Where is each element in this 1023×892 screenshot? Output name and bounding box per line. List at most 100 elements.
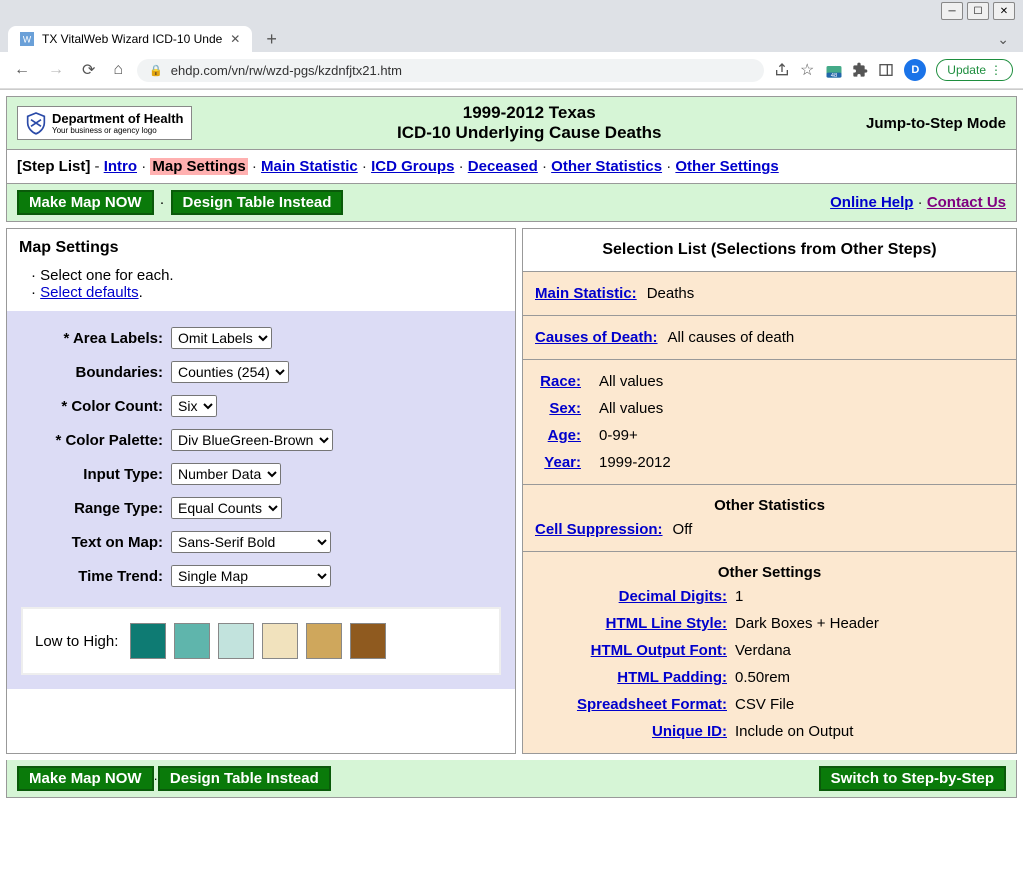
other-settings-subhead: Other Settings: [535, 560, 1004, 583]
race-value: All values: [599, 373, 663, 390]
svg-text:48: 48: [831, 73, 837, 79]
range-type-select[interactable]: Equal Counts: [171, 497, 282, 519]
color-swatch: [350, 623, 386, 659]
selection-list-heading: Selection List (Selections from Other St…: [523, 229, 1016, 271]
year-link[interactable]: Year:: [544, 454, 581, 471]
color-palette-select[interactable]: Div BlueGreen-Brown: [171, 429, 333, 451]
decimal-digits-value: 1: [735, 588, 743, 605]
extensions-menu-icon[interactable]: [852, 62, 868, 78]
browser-tab[interactable]: W TX VitalWeb Wizard ICD-10 Unde ✕: [8, 26, 252, 52]
causes-value: All causes of death: [668, 329, 795, 346]
text-on-map-label: Text on Map:: [21, 534, 171, 551]
dept-name: Department of Health: [52, 111, 183, 126]
decimal-digits-link[interactable]: Decimal Digits:: [619, 588, 727, 605]
padding-link[interactable]: HTML Padding:: [617, 669, 727, 686]
color-palette-label: * Color Palette:: [21, 432, 171, 449]
back-button[interactable]: ←: [10, 59, 34, 81]
design-table-button-bottom[interactable]: Design Table Instead: [158, 766, 331, 791]
bookmark-icon[interactable]: ☆: [800, 60, 814, 80]
reload-button[interactable]: ⟳: [78, 58, 99, 82]
color-swatch: [174, 623, 210, 659]
share-icon[interactable]: [774, 62, 790, 78]
forward-button[interactable]: →: [44, 59, 68, 81]
spreadsheet-value: CSV File: [735, 696, 794, 713]
step-nav: [Step List] - Intro · Map Settings · Mai…: [6, 150, 1017, 184]
age-link[interactable]: Age:: [548, 427, 581, 444]
year-value: 1999-2012: [599, 454, 671, 471]
select-defaults-link[interactable]: Select defaults: [40, 284, 138, 301]
color-swatch: [262, 623, 298, 659]
padding-value: 0.50rem: [735, 669, 790, 686]
nav-other-settings[interactable]: Other Settings: [675, 158, 778, 175]
home-button[interactable]: ⌂: [109, 59, 127, 81]
unique-id-value: Include on Output: [735, 723, 853, 740]
make-map-button-bottom[interactable]: Make Map NOW: [17, 766, 154, 791]
contact-us-link[interactable]: Contact Us: [927, 194, 1006, 211]
boundaries-select[interactable]: Counties (254): [171, 361, 289, 383]
new-tab-button[interactable]: +: [260, 29, 283, 50]
color-count-select[interactable]: Six: [171, 395, 217, 417]
causes-link[interactable]: Causes of Death:: [535, 329, 658, 346]
intro-line1: · Select one for each.: [31, 267, 503, 284]
extension-icon[interactable]: 48: [824, 61, 842, 79]
input-type-label: Input Type:: [21, 466, 171, 483]
menu-dots-icon: ⋮: [990, 63, 1002, 77]
unique-id-link[interactable]: Unique ID:: [652, 723, 727, 740]
shield-icon: [26, 111, 46, 135]
input-type-select[interactable]: Number Data: [171, 463, 281, 485]
color-count-label: * Color Count:: [21, 398, 171, 415]
switch-mode-button[interactable]: Switch to Step-by-Step: [819, 766, 1006, 791]
action-bar-bottom: Make Map NOW · Design Table Instead Swit…: [6, 760, 1017, 798]
dept-sub: Your business or agency logo: [52, 126, 183, 135]
svg-text:W: W: [23, 35, 32, 45]
area-labels-label: * Area Labels:: [21, 330, 171, 347]
output-font-value: Verdana: [735, 642, 791, 659]
sex-link[interactable]: Sex:: [549, 400, 581, 417]
output-font-link[interactable]: HTML Output Font:: [591, 642, 727, 659]
design-table-button[interactable]: Design Table Instead: [171, 190, 344, 215]
time-trend-label: Time Trend:: [21, 568, 171, 585]
window-close[interactable]: ✕: [993, 2, 1015, 20]
window-minimize[interactable]: ─: [941, 2, 963, 20]
action-bar-top: Make Map NOW · Design Table Instead Onli…: [6, 184, 1017, 222]
browser-chrome: ─ ☐ ✕ W TX VitalWeb Wizard ICD-10 Unde ✕…: [0, 0, 1023, 90]
tab-dropdown-icon[interactable]: ⌄: [991, 31, 1015, 48]
tab-close-icon[interactable]: ✕: [230, 32, 240, 46]
main-statistic-link[interactable]: Main Statistic:: [535, 285, 637, 302]
cell-suppression-value: Off: [673, 521, 693, 538]
line-style-value: Dark Boxes + Header: [735, 615, 879, 632]
line-style-link[interactable]: HTML Line Style:: [606, 615, 727, 632]
nav-other-statistics[interactable]: Other Statistics: [551, 158, 662, 175]
spreadsheet-link[interactable]: Spreadsheet Format:: [577, 696, 727, 713]
make-map-button[interactable]: Make Map NOW: [17, 190, 154, 215]
step-list-label: [Step List]: [17, 158, 90, 175]
palette-label: Low to High:: [35, 633, 118, 650]
mode-label: Jump-to-Step Mode: [866, 115, 1006, 132]
window-maximize[interactable]: ☐: [967, 2, 989, 20]
color-swatch: [218, 623, 254, 659]
page-title: 1999-2012 Texas ICD-10 Underlying Cause …: [192, 103, 866, 143]
sex-value: All values: [599, 400, 663, 417]
time-trend-select[interactable]: Single Map: [171, 565, 331, 587]
nav-main-statistic[interactable]: Main Statistic: [261, 158, 358, 175]
nav-map-settings: Map Settings: [150, 158, 247, 175]
cell-suppression-link[interactable]: Cell Suppression:: [535, 521, 663, 538]
text-on-map-select[interactable]: Sans-Serif Bold: [171, 531, 331, 553]
panel-icon[interactable]: [878, 62, 894, 78]
url-bar[interactable]: 🔒 ehdp.com/vn/rw/wzd-pgs/kzdnfjtx21.htm: [137, 59, 764, 82]
lock-icon: 🔒: [149, 64, 163, 77]
tab-title: TX VitalWeb Wizard ICD-10 Unde: [42, 32, 222, 46]
profile-avatar[interactable]: D: [904, 59, 926, 81]
nav-icd-groups[interactable]: ICD Groups: [371, 158, 454, 175]
boundaries-label: Boundaries:: [21, 364, 171, 381]
nav-intro[interactable]: Intro: [104, 158, 137, 175]
range-type-label: Range Type:: [21, 500, 171, 517]
race-link[interactable]: Race:: [540, 373, 581, 390]
palette-preview: Low to High:: [21, 607, 501, 675]
nav-deceased[interactable]: Deceased: [468, 158, 538, 175]
color-swatch: [306, 623, 342, 659]
update-button[interactable]: Update ⋮: [936, 59, 1013, 81]
selection-list-panel: Selection List (Selections from Other St…: [522, 228, 1017, 754]
online-help-link[interactable]: Online Help: [830, 194, 913, 211]
area-labels-select[interactable]: Omit Labels: [171, 327, 272, 349]
